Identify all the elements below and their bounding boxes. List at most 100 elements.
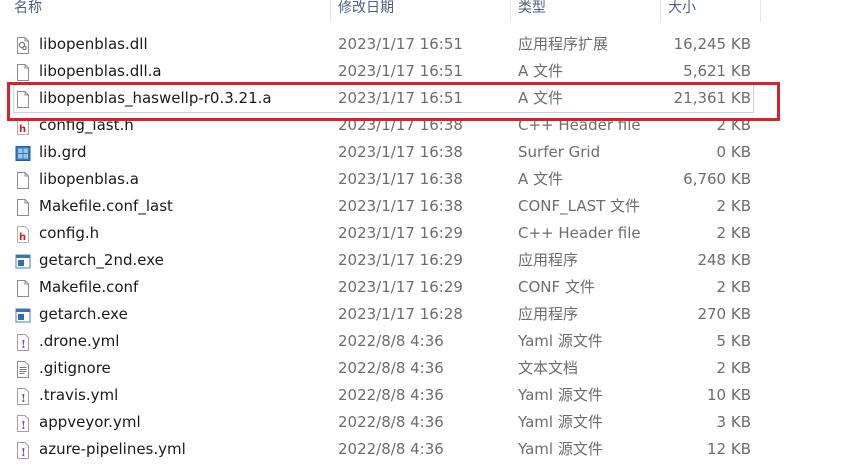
file-size: 6,760 KB (683, 170, 751, 188)
file-date: 2023/1/17 16:38 (338, 170, 463, 188)
file-date: 2023/1/17 16:51 (338, 35, 463, 53)
exe-icon (15, 252, 31, 269)
file-name: Makefile.conf (39, 278, 139, 296)
text-file-icon (15, 360, 31, 378)
file-row[interactable]: h config.h 2023/1/17 16:29 C++ Header file 2… (0, 220, 857, 247)
file-date: 2022/8/8 4:36 (338, 413, 444, 431)
file-row[interactable]: libopenblas.dll 2023/1/17 16:51 应用程序扩展 16,2… (0, 31, 857, 58)
file-row[interactable]: lib.grd 2023/1/17 16:38 Surfer Grid 0 KB (0, 139, 857, 166)
file-name: appveyor.yml (39, 413, 141, 431)
header-file-icon: h (15, 117, 31, 135)
file-type: CONF_LAST 文件 (518, 197, 641, 215)
file-size: 2 KB (716, 359, 751, 377)
exe-icon (15, 306, 31, 323)
blank-file-icon (15, 171, 31, 189)
file-row[interactable]: Makefile.conf 2023/1/17 16:29 CONF 文件 2 KB (0, 274, 857, 301)
file-name: .gitignore (39, 359, 111, 377)
file-size: 2 KB (716, 197, 751, 215)
file-name: .travis.yml (39, 386, 119, 404)
file-row[interactable]: libopenblas.a 2023/1/17 16:38 A 文件 6,760 KB (0, 166, 857, 193)
file-name: libopenblas.dll.a (39, 62, 162, 80)
svg-text:!: ! (21, 392, 26, 405)
file-type: A 文件 (518, 89, 564, 107)
file-date: 2023/1/17 16:29 (338, 278, 463, 296)
file-row[interactable]: libopenblas.dll.a 2023/1/17 16:51 A 文件 5,62… (0, 58, 857, 85)
column-date-header[interactable]: 修改日期 (338, 0, 394, 20)
file-size: 270 KB (697, 305, 751, 323)
file-row[interactable]: getarch.exe 2023/1/17 16:28 应用程序 270 KB (0, 301, 857, 328)
blank-file-icon (15, 63, 31, 81)
file-size: 2 KB (716, 116, 751, 134)
yaml-file-icon: ! (15, 414, 31, 432)
file-type: 应用程序扩展 (518, 35, 609, 53)
column-size-header[interactable]: 大小 (668, 0, 696, 20)
file-name: .drone.yml (39, 332, 120, 350)
column-divider[interactable] (760, 0, 761, 22)
file-size: 10 KB (707, 386, 751, 404)
svg-text:!: ! (21, 338, 26, 351)
file-row[interactable]: Makefile.conf_last 2023/1/17 16:38 CONF_LA… (0, 193, 857, 220)
file-size: 16,245 KB (673, 35, 751, 53)
file-type: CONF 文件 (518, 278, 595, 296)
file-date: 2022/8/8 4:36 (338, 440, 444, 458)
column-type-header[interactable]: 类型 (518, 0, 546, 20)
column-divider[interactable] (330, 0, 331, 22)
file-date: 2022/8/8 4:36 (338, 386, 444, 404)
column-name-header[interactable]: 名称 (14, 0, 42, 20)
file-date: 2023/1/17 16:38 (338, 143, 463, 161)
file-size: 5 KB (716, 332, 751, 350)
file-type: Yaml 源文件 (518, 413, 603, 431)
header-file-icon: h (15, 225, 31, 243)
file-name: libopenblas_haswellp-r0.3.21.a (39, 89, 272, 107)
file-row[interactable]: ! .drone.yml 2022/8/8 4:36 Yaml 源文件 5 KB (0, 328, 857, 355)
file-row[interactable]: ! .travis.yml 2022/8/8 4:36 Yaml 源文件 10 KB (0, 382, 857, 409)
blank-file-icon (15, 279, 31, 297)
file-name: libopenblas.a (39, 170, 139, 188)
file-type: C++ Header file (518, 116, 641, 134)
file-name: config.h (39, 224, 100, 242)
file-type: C++ Header file (518, 224, 641, 242)
file-date: 2023/1/17 16:28 (338, 305, 463, 323)
file-date: 2023/1/17 16:51 (338, 62, 463, 80)
column-divider[interactable] (660, 0, 661, 22)
column-divider[interactable] (510, 0, 511, 22)
file-name: libopenblas.dll (39, 35, 148, 53)
yaml-file-icon: ! (15, 387, 31, 405)
file-size: 3 KB (716, 413, 751, 431)
file-name: config_last.h (39, 116, 134, 134)
file-row[interactable]: .gitignore 2022/8/8 4:36 文本文档 2 KB (0, 355, 857, 382)
yaml-file-icon: ! (15, 333, 31, 351)
column-header-bar: 名称 修改日期 类型 大小 (0, 0, 857, 22)
file-name: getarch_2nd.exe (39, 251, 164, 269)
file-size: 2 KB (716, 224, 751, 242)
file-date: 2023/1/17 16:29 (338, 251, 463, 269)
file-row[interactable]: h config_last.h 2023/1/17 16:38 C++ Header … (0, 112, 857, 139)
file-name: lib.grd (39, 143, 87, 161)
file-row[interactable]: ! appveyor.yml 2022/8/8 4:36 Yaml 源文件 3 KB (0, 409, 857, 436)
blank-file-icon (15, 90, 31, 108)
file-row[interactable]: getarch_2nd.exe 2023/1/17 16:29 应用程序 248 KB (0, 247, 857, 274)
svg-text:!: ! (21, 419, 26, 432)
file-type: Yaml 源文件 (518, 332, 603, 350)
file-size: 5,621 KB (683, 62, 751, 80)
file-type: A 文件 (518, 170, 564, 188)
file-type: A 文件 (518, 62, 564, 80)
svg-text:h: h (19, 232, 26, 243)
dll-icon (15, 36, 31, 54)
file-type: Yaml 源文件 (518, 386, 603, 404)
file-date: 2023/1/17 16:29 (338, 224, 463, 242)
file-type: Yaml 源文件 (518, 440, 603, 458)
file-row[interactable]: ! azure-pipelines.yml 2022/8/8 4:36 Yaml 源文… (0, 436, 857, 463)
svg-text:!: ! (21, 446, 26, 459)
file-size: 21,361 KB (673, 89, 751, 107)
svg-text:h: h (19, 124, 26, 135)
file-row[interactable]: libopenblas_haswellp-r0.3.21.a 2023/1/17 … (0, 85, 857, 112)
file-type: 应用程序 (518, 251, 579, 269)
file-size: 2 KB (716, 278, 751, 296)
file-list: libopenblas.dll 2023/1/17 16:51 应用程序扩展 16,2… (0, 31, 857, 463)
file-type: 应用程序 (518, 305, 579, 323)
file-date: 2022/8/8 4:36 (338, 332, 444, 350)
file-date: 2023/1/17 16:51 (338, 89, 463, 107)
file-name: azure-pipelines.yml (39, 440, 186, 458)
yaml-file-icon: ! (15, 441, 31, 459)
